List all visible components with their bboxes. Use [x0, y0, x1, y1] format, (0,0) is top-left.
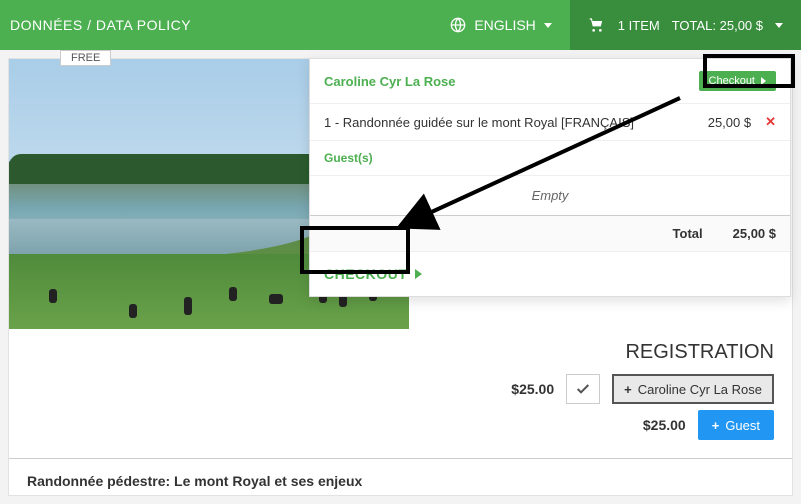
guests-header: Guest(s)	[310, 140, 790, 175]
language-label: ENGLISH	[474, 17, 535, 33]
add-guest-button[interactable]: + Guest	[698, 410, 774, 440]
chevron-down-icon	[544, 23, 552, 28]
price: $25.00	[643, 417, 686, 433]
free-badge: FREE	[60, 50, 111, 66]
cart-item-amount: 25,00 $	[685, 115, 765, 130]
registration-row: $25.00 + Caroline Cyr La Rose	[27, 374, 774, 404]
add-registrant-button[interactable]: + Caroline Cyr La Rose	[612, 374, 774, 404]
select-checkbox[interactable]	[566, 374, 600, 404]
price: $25.00	[511, 381, 554, 397]
cart-icon	[588, 17, 606, 33]
checkout-big-button[interactable]: CHECKOUT	[310, 251, 790, 296]
arrow-right-icon	[415, 269, 422, 279]
checkout-mini-label: Checkout	[709, 75, 755, 87]
registration-row: $25.00 + Guest	[27, 410, 774, 440]
chevron-right-icon	[761, 77, 766, 85]
cart-total-row: Total 25,00 $	[310, 215, 790, 251]
total-value: 25,00 $	[733, 226, 776, 241]
registration-heading: REGISTRATION	[27, 341, 774, 364]
cart-summary[interactable]: 1 ITEM TOTAL: 25,00 $	[570, 0, 801, 50]
cart-item-count: 1 ITEM	[618, 18, 660, 33]
event-title: Randonnée pédestre: Le mont Royal et ses…	[9, 458, 792, 495]
remove-item-button[interactable]: ✕	[765, 114, 776, 130]
checkout-mini-button[interactable]: Checkout	[699, 71, 776, 91]
chevron-down-icon	[775, 23, 783, 28]
cart-dropdown: Caroline Cyr La Rose Checkout 1 - Randon…	[309, 58, 791, 297]
guests-empty: Empty	[310, 175, 790, 215]
cart-item-description: 1 - Randonnée guidée sur le mont Royal […	[324, 115, 685, 130]
data-policy-link[interactable]: DONNÉES / DATA POLICY	[0, 17, 432, 33]
total-label: Total	[673, 226, 703, 241]
cart-total: TOTAL: 25,00 $	[672, 18, 763, 33]
plus-icon: +	[712, 418, 720, 433]
checkout-big-label: CHECKOUT	[324, 266, 407, 282]
cart-line-item: 1 - Randonnée guidée sur le mont Royal […	[310, 103, 790, 140]
plus-icon: +	[624, 382, 632, 397]
language-selector[interactable]: ENGLISH	[432, 17, 569, 33]
guest-label: Guest	[725, 418, 760, 433]
cart-user-name: Caroline Cyr La Rose	[324, 74, 456, 89]
globe-icon	[450, 17, 466, 33]
registration-section: REGISTRATION $25.00 + Caroline Cyr La Ro…	[9, 329, 792, 458]
topbar: DONNÉES / DATA POLICY ENGLISH 1 ITEM TOT…	[0, 0, 801, 50]
registrant-name: Caroline Cyr La Rose	[638, 382, 762, 397]
